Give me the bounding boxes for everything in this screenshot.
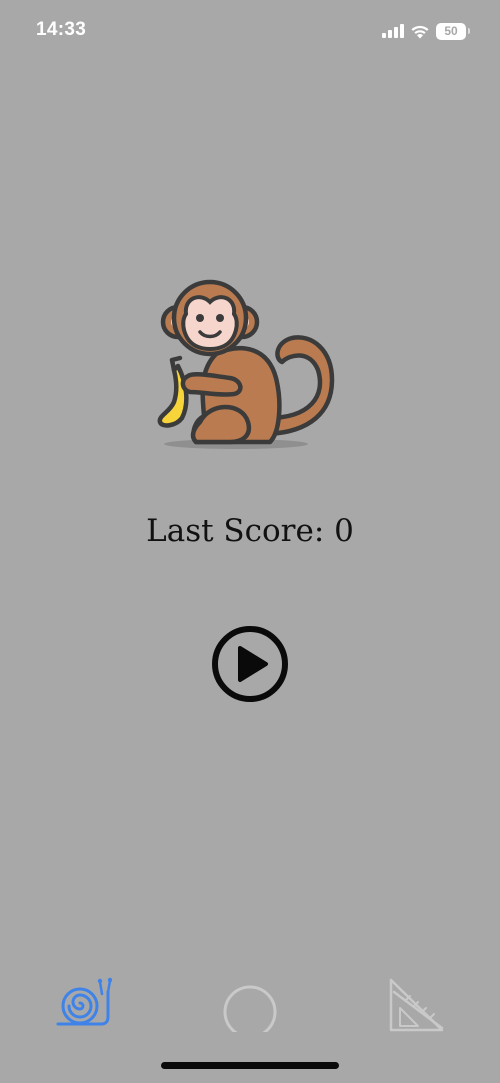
status-bar: 14:33 50 (0, 0, 500, 60)
battery-icon: 50 (436, 22, 466, 40)
wifi-icon (411, 25, 429, 38)
play-circle-icon (212, 626, 288, 702)
last-score-label: Last Score: 0 (146, 513, 354, 549)
status-time: 14:33 (36, 19, 87, 40)
circle-icon (223, 985, 277, 1039)
home-indicator (161, 1062, 339, 1069)
battery-tip (468, 28, 470, 34)
set-square-icon (389, 978, 444, 1032)
tab-snail[interactable] (52, 972, 113, 1032)
status-icons: 50 (382, 20, 470, 42)
tab-circle[interactable] (220, 972, 280, 1039)
snail-icon (56, 977, 113, 1026)
monkey-with-banana-icon (150, 272, 350, 452)
play-button[interactable] (210, 624, 290, 704)
tab-set-square[interactable] (386, 972, 446, 1032)
battery-level: 50 (444, 23, 458, 38)
cellular-signal-icon (382, 24, 404, 38)
tab-bar (0, 960, 500, 1040)
